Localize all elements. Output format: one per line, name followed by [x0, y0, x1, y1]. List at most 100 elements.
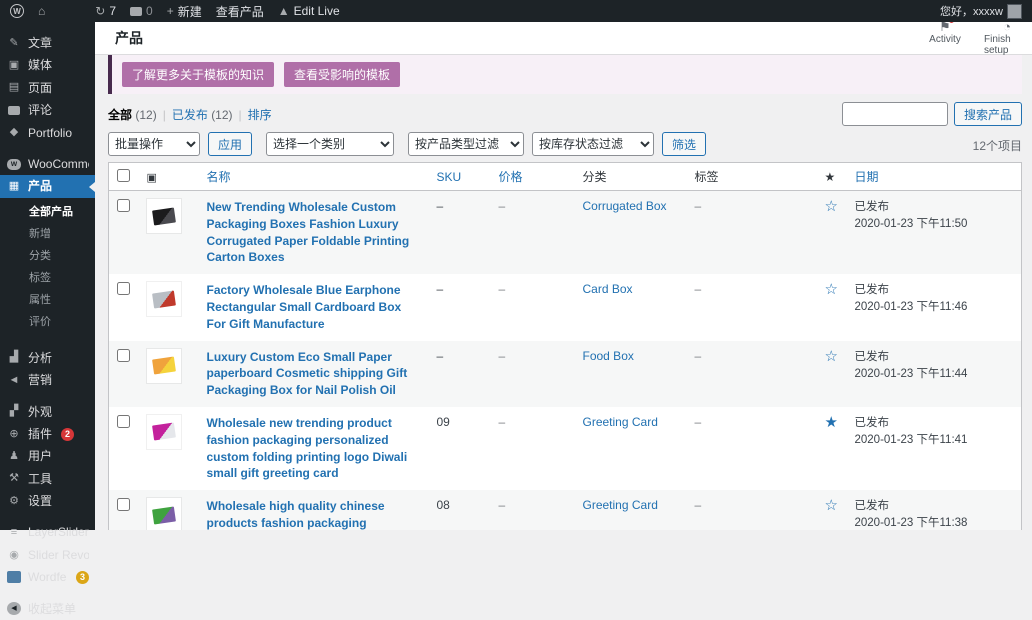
updates-count: 7 [109, 4, 116, 18]
view-affected-templates-button[interactable]: 查看受影响的模板 [284, 62, 400, 87]
view-product-link[interactable]: 查看产品 [216, 3, 264, 20]
view-published-link[interactable]: 已发布 (12) [172, 106, 233, 123]
product-date: 2020-01-23 下午11:38 [855, 515, 1014, 530]
featured-star-toggle[interactable]: ☆ [825, 281, 838, 298]
sidebar-item-analytics[interactable]: ▟分析 [0, 347, 95, 369]
select-all-checkbox[interactable] [117, 169, 130, 182]
column-header-date[interactable]: 日期 [847, 163, 1022, 191]
filter-button[interactable]: 筛选 [662, 132, 706, 156]
products-table-wrap: ▣ 名称 SKU 价格 分类 标签 ★ 日期 New Trending Whol… [108, 162, 1022, 530]
product-name-link[interactable]: New Trending Wholesale Custom Packaging … [207, 199, 421, 266]
product-thumbnail[interactable] [147, 415, 181, 449]
learn-templates-button[interactable]: 了解更多关于模板的知识 [122, 62, 274, 87]
product-name-link[interactable]: Wholesale new trending product fashion p… [207, 415, 421, 482]
comments-link[interactable]: 0 [130, 3, 153, 20]
finish-setup-button[interactable]: ◔ Finish setup [984, 22, 1030, 56]
product-thumbnail[interactable] [147, 199, 181, 233]
row-checkbox[interactable] [117, 349, 130, 362]
layers-icon: ≡ [7, 527, 21, 538]
sidebar-item-products[interactable]: ▦产品 [0, 175, 95, 197]
sidebar-subitem-attributes[interactable]: 属性 [0, 288, 95, 310]
sidebar-item-comments[interactable]: 评论 [0, 99, 95, 121]
column-header-sku[interactable]: SKU [429, 163, 491, 191]
sidebar-item-plugins[interactable]: ⊕插件2 [0, 423, 95, 445]
products-icon: ▦ [7, 181, 21, 192]
sidebar-item-portfolio[interactable]: ◆Portfolio [0, 122, 95, 144]
sidebar-subitem-tags[interactable]: 标签 [0, 266, 95, 288]
row-checkbox[interactable] [117, 282, 130, 295]
view-all-link[interactable]: 全部 (12) [108, 106, 157, 123]
woocommerce-icon: w [7, 159, 21, 170]
product-name-link[interactable]: Factory Wholesale Blue Earphone Rectangu… [207, 282, 421, 332]
updates-link[interactable]: ↻ 7 [95, 3, 116, 20]
sidebar-item-settings[interactable]: ⚙ 设置 [0, 490, 95, 512]
stock-status-filter-select[interactable]: 按库存状态过滤 [532, 132, 654, 156]
row-checkbox[interactable] [117, 199, 130, 212]
product-category-link[interactable]: Corrugated Box [583, 199, 667, 213]
search-products-button[interactable]: 搜索产品 [954, 102, 1022, 126]
sidebar-item-users[interactable]: ♟用户 [0, 445, 95, 467]
product-thumbnail[interactable] [147, 282, 181, 316]
product-category-link[interactable]: Greeting Card [583, 498, 658, 512]
edit-live-link[interactable]: ▲ Edit Live [278, 3, 340, 20]
bar-chart-icon: ▟ [7, 352, 21, 363]
sidebar-item-slider-revolution[interactable]: ◉Slider Revolution [0, 544, 95, 566]
sidebar-item-label: 插件 [28, 427, 52, 441]
sidebar-item-tools[interactable]: ⚒工具 [0, 468, 95, 490]
sidebar-item-label: 设置 [28, 494, 52, 508]
comments-count: 0 [146, 4, 153, 18]
site-home-link[interactable]: ⌂ [38, 5, 45, 17]
product-sku: 09 [437, 415, 450, 429]
account-menu[interactable]: 您好，xxxxw [940, 3, 1022, 19]
sidebar-item-collapse-menu[interactable]: ◀收起菜单 [0, 598, 95, 620]
bulk-actions-select[interactable]: 批量操作 [108, 132, 200, 156]
product-category-link[interactable]: Food Box [583, 349, 634, 363]
product-date: 2020-01-23 下午11:46 [855, 299, 1014, 316]
settings-icon: ⚙ [7, 496, 21, 507]
sidebar-subitem-all-products[interactable]: 全部产品 [0, 200, 95, 222]
pin-icon: ✎ [7, 38, 21, 49]
product-category-link[interactable]: Card Box [583, 282, 633, 296]
sidebar-item-posts[interactable]: ✎文章 [0, 32, 95, 54]
product-status: 已发布 [855, 498, 1014, 515]
product-thumbnail[interactable] [147, 498, 181, 530]
category-filter-select[interactable]: 选择一个类别 [266, 132, 394, 156]
featured-star-toggle[interactable]: ☆ [825, 198, 838, 215]
product-category-link[interactable]: Greeting Card [583, 415, 658, 429]
new-content-menu[interactable]: + 新建 [167, 3, 202, 20]
product-date: 2020-01-23 下午11:50 [855, 216, 1014, 233]
sidebar-item-appearance[interactable]: ▞外观 [0, 401, 95, 423]
finish-setup-clock-icon: ◔ [1003, 22, 1011, 33]
sidebar-subitem-categories[interactable]: 分类 [0, 244, 95, 266]
search-input[interactable] [842, 102, 948, 126]
product-thumbnail[interactable] [147, 349, 181, 383]
row-checkbox[interactable] [117, 415, 130, 428]
sidebar-item-woocommerce[interactable]: wWooCommerce [0, 153, 95, 175]
separator: | [163, 108, 166, 122]
table-row: Factory Wholesale Blue Earphone Rectangu… [109, 274, 1022, 340]
sidebar-item-pages[interactable]: ▤页面 [0, 77, 95, 99]
featured-star-toggle[interactable]: ☆ [825, 348, 838, 365]
sidebar-subitem-add-new[interactable]: 新增 [0, 222, 95, 244]
view-sort-link[interactable]: 排序 [248, 106, 272, 123]
sidebar-item-label: 收起菜单 [28, 602, 76, 616]
sidebar-item-media[interactable]: ▣媒体 [0, 54, 95, 76]
product-sku: 08 [437, 498, 450, 512]
sidebar-subitem-reviews[interactable]: 评价 [0, 310, 95, 332]
row-checkbox[interactable] [117, 498, 130, 511]
sidebar-item-layerslider[interactable]: ≡LayerSlider [0, 521, 95, 543]
product-type-filter-select[interactable]: 按产品类型过滤 [408, 132, 524, 156]
apply-button[interactable]: 应用 [208, 132, 252, 156]
featured-star-toggle[interactable]: ☆ [825, 497, 838, 514]
product-name-link[interactable]: Wholesale high quality chinese products … [207, 498, 421, 530]
wordpress-logo-menu[interactable]: W [10, 4, 24, 18]
sidebar-item-marketing[interactable]: ◄营销 [0, 369, 95, 391]
admin-sidebar: ✎文章▣媒体▤页面评论◆Portfolio wWooCommerce▦产品全部产品… [0, 22, 95, 530]
column-header-name[interactable]: 名称 [199, 163, 429, 191]
comments-bubble-icon [130, 7, 142, 16]
product-name-link[interactable]: Luxury Custom Eco Small Paper paperboard… [207, 349, 421, 399]
sidebar-item-wordfence[interactable]: Wordfence3 [0, 566, 95, 588]
activity-panel-button[interactable]: ⚑ Activity [922, 22, 968, 56]
column-header-price[interactable]: 价格 [491, 163, 575, 191]
featured-star-toggle[interactable]: ★ [825, 414, 838, 431]
